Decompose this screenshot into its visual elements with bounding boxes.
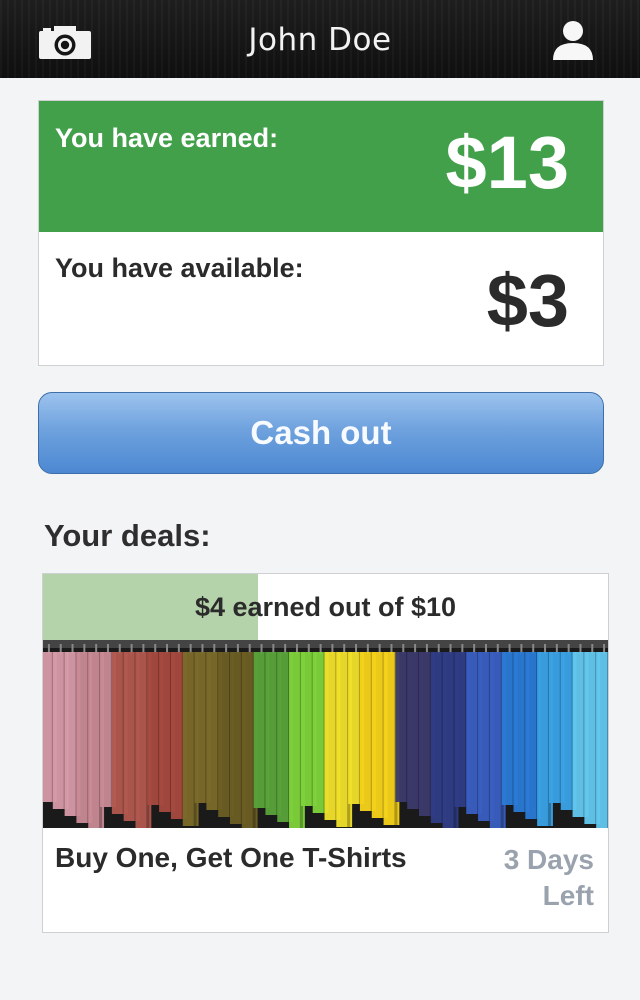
deal-card[interactable]: $4 earned out of $10 Buy One, Get One T-… [42,573,609,933]
cash-out-button[interactable]: Cash out [38,392,604,474]
deal-progress-bar: $4 earned out of $10 [43,574,608,640]
deal-title: Buy One, Get One T-Shirts [55,842,407,873]
earned-panel: You have earned: $13 [39,101,603,232]
days-left-count: 3 Days [503,844,594,875]
user-icon [553,21,593,60]
available-label: You have available: [55,253,304,283]
page-title: John Doe [248,22,392,58]
deal-progress-text: $4 earned out of $10 [194,592,457,622]
days-left-suffix: Left [542,880,594,911]
earned-label: You have earned: [55,123,279,153]
earned-amount: $13 [445,121,569,204]
deal-days-left: 3 Days Left [464,842,594,914]
earnings-card: You have earned: $13 You have available:… [38,100,604,366]
deals-heading: Your deals: [44,518,211,553]
profile-button[interactable] [551,20,595,62]
deal-image [43,640,608,828]
available-amount: $3 [486,259,569,342]
top-bar: John Doe [0,0,640,78]
